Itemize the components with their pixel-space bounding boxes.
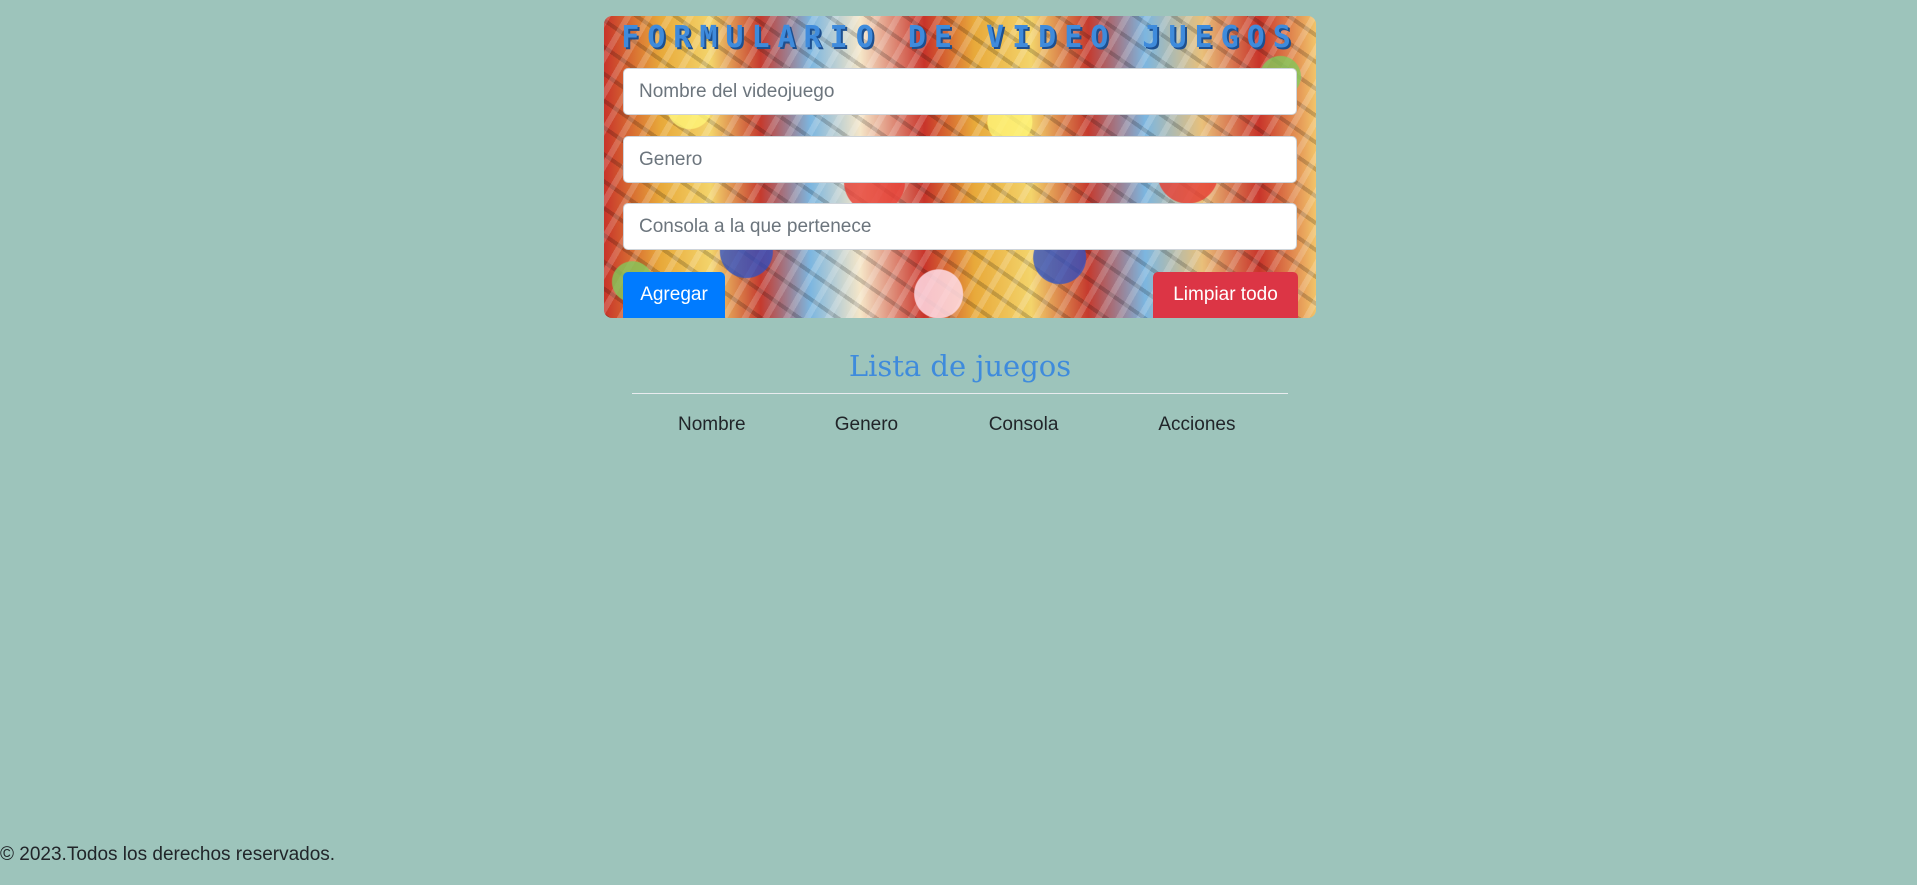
genre-input[interactable] — [623, 136, 1297, 183]
footer-copyright: © 2023.Todos los derechos reservados. — [0, 844, 336, 865]
form-title: FORMULARIO DE VIDEO JUEGOS — [621, 20, 1299, 55]
games-list-title: Lista de juegos — [848, 349, 1072, 383]
games-table: Nombre Genero Consola Acciones — [632, 409, 1288, 441]
game-form-card: FORMULARIO DE VIDEO JUEGOS Agregar Limpi… — [604, 16, 1316, 318]
column-header-nombre: Nombre — [678, 414, 746, 435]
list-divider — [632, 393, 1288, 394]
clear-all-button[interactable]: Limpiar todo — [1153, 272, 1298, 318]
console-input[interactable] — [623, 203, 1297, 250]
table-header-row: Nombre Genero Consola Acciones — [632, 409, 1288, 441]
column-header-consola: Consola — [988, 414, 1059, 435]
add-button[interactable]: Agregar — [623, 272, 725, 318]
column-header-acciones: Acciones — [1158, 414, 1236, 435]
column-header-genero: Genero — [834, 414, 899, 435]
game-name-input[interactable] — [623, 68, 1297, 115]
